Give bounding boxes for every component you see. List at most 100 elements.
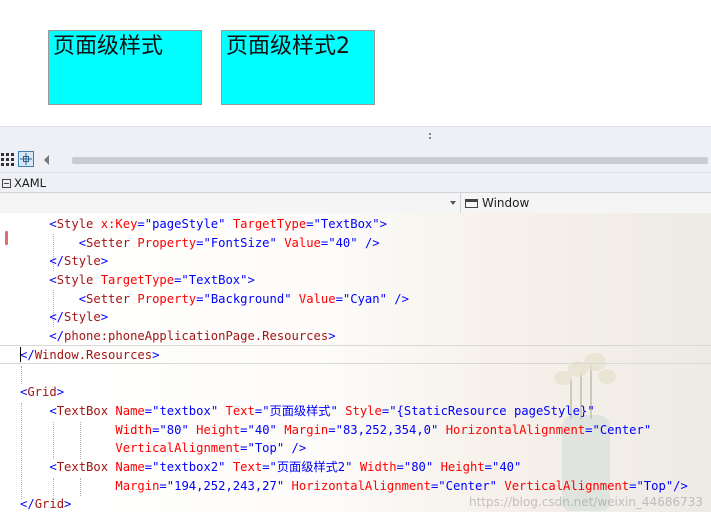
code-token-val: Center bbox=[599, 422, 644, 437]
code-token-val: Center bbox=[445, 478, 490, 493]
window-icon bbox=[465, 198, 478, 208]
code-token-attr: Width bbox=[359, 459, 397, 474]
code-token-punc: </ bbox=[20, 254, 65, 269]
code-token-attr: VerticalAlignment bbox=[115, 441, 241, 456]
code-token-punc: > bbox=[100, 310, 109, 325]
code-token-punc: " bbox=[330, 403, 346, 418]
code-token-punc: " bbox=[210, 403, 226, 418]
code-text[interactable]: <Style x:Key="pageStyle" TargetType="Tex… bbox=[20, 215, 688, 512]
code-line[interactable] bbox=[20, 365, 688, 384]
code-token-punc bbox=[20, 441, 115, 455]
code-line[interactable]: </phone:phoneApplicationPage.Resources> bbox=[20, 327, 688, 346]
code-token-attr: HorizontalAlignment bbox=[291, 478, 431, 493]
code-line[interactable]: <Setter Property="FontSize" Value="40" /… bbox=[20, 234, 688, 253]
code-token-punc: "> bbox=[240, 273, 255, 288]
chevron-down-icon[interactable] bbox=[450, 201, 456, 205]
code-token-val: 40 bbox=[335, 235, 351, 250]
code-line[interactable]: <TextBox Name="textbox2" Text="页面级样式2" W… bbox=[20, 458, 688, 477]
code-token-punc: =" bbox=[152, 422, 167, 437]
code-token-attr: VerticalAlignment bbox=[504, 478, 630, 493]
code-token-val: 40 bbox=[499, 459, 514, 474]
code-line[interactable]: <Setter Property="Background" Value="Cya… bbox=[20, 290, 688, 309]
code-token-punc: " bbox=[431, 422, 446, 437]
code-token-val: 80 bbox=[411, 459, 426, 474]
code-line[interactable]: VerticalAlignment="Top" /> bbox=[20, 439, 688, 458]
code-token-attr: Style bbox=[345, 403, 382, 418]
navigation-bar: Window bbox=[0, 192, 711, 214]
code-token-punc: =" bbox=[196, 291, 211, 306]
grid-icon[interactable] bbox=[0, 151, 16, 167]
designer-code-splitter[interactable] bbox=[0, 126, 711, 149]
code-token-punc: =" bbox=[240, 441, 255, 456]
splitter-grip-icon[interactable] bbox=[424, 131, 436, 149]
element-dropdown[interactable]: Window bbox=[465, 195, 529, 211]
code-token-punc: =" bbox=[174, 273, 189, 288]
code-token-punc: " bbox=[276, 478, 292, 493]
preview-textbox-1[interactable]: 页面级样式 bbox=[48, 30, 202, 105]
code-token-val: Cyan bbox=[350, 291, 380, 306]
code-line[interactable]: </Window.Resources> bbox=[20, 346, 688, 365]
code-token-val: 页面级样式2 bbox=[276, 459, 346, 474]
code-token-punc: =" bbox=[306, 217, 321, 231]
tab-xaml[interactable]: XAML bbox=[2, 175, 46, 191]
code-token-val: Top bbox=[254, 441, 277, 456]
code-token-punc bbox=[20, 423, 115, 437]
preview-textbox-2[interactable]: 页面级样式2 bbox=[221, 30, 375, 105]
code-token-attr: Text bbox=[225, 403, 255, 418]
code-token-punc: " bbox=[345, 459, 360, 474]
code-token-attr: x:Key bbox=[100, 217, 138, 231]
code-line[interactable]: </Style> bbox=[20, 252, 688, 271]
code-token-attr: TargetType bbox=[100, 273, 175, 288]
code-token-val: textbox bbox=[159, 403, 211, 418]
code-token-punc: =" bbox=[381, 403, 397, 418]
code-token-punc: < bbox=[20, 291, 87, 306]
code-line[interactable]: Width="80" Height="40" Margin="83,252,35… bbox=[20, 421, 688, 440]
code-token-val: textbox2 bbox=[159, 459, 219, 474]
code-token-punc: =" bbox=[430, 478, 446, 493]
code-token-attr: Text bbox=[232, 459, 263, 474]
code-token-punc: =" bbox=[159, 478, 175, 493]
code-line[interactable]: <Style x:Key="pageStyle" TargetType="Tex… bbox=[20, 215, 688, 234]
code-token-punc: =" bbox=[396, 459, 412, 474]
designer-surface: 页面级样式 页面级样式2 bbox=[0, 0, 711, 126]
code-token-attr: Name bbox=[115, 459, 145, 474]
code-token-attr: HorizontalAlignment bbox=[445, 422, 586, 437]
change-marker bbox=[5, 231, 8, 245]
code-token-val: Top bbox=[643, 478, 666, 493]
scroll-left-icon[interactable] bbox=[44, 155, 49, 165]
code-line[interactable]: Margin="194,252,243,27" HorizontalAlignm… bbox=[20, 477, 688, 496]
code-token-val: {StaticResource pageStyle} bbox=[396, 403, 588, 418]
code-token-punc: </ bbox=[20, 310, 65, 325]
code-token-attr: Width bbox=[115, 422, 153, 437]
code-token-punc: </ bbox=[20, 329, 65, 344]
code-token-punc: > bbox=[328, 329, 336, 344]
code-token-punc: "/> bbox=[665, 478, 688, 493]
code-token-punc: > bbox=[152, 347, 160, 362]
code-token-punc: " bbox=[643, 422, 652, 437]
code-line[interactable]: </Style> bbox=[20, 308, 688, 327]
scope-dropdown[interactable] bbox=[0, 193, 461, 213]
code-token-tag: TextBox bbox=[56, 459, 116, 474]
code-line[interactable]: <Style TargetType="TextBox"> bbox=[20, 271, 688, 290]
code-token-tag: phone:phoneApplicationPage.Resources bbox=[64, 329, 329, 344]
code-token-punc: =" bbox=[585, 422, 600, 437]
code-token-punc: " bbox=[587, 403, 595, 418]
code-token-punc: " bbox=[514, 459, 522, 474]
code-token-tag: Style bbox=[56, 273, 101, 288]
code-token-punc: </ bbox=[20, 497, 35, 512]
code-token-punc: > bbox=[56, 385, 65, 400]
code-token-punc: < bbox=[20, 273, 57, 288]
code-token-val: 80 bbox=[166, 422, 182, 437]
code-token-punc: =" bbox=[320, 235, 336, 250]
code-token-punc: " /> bbox=[350, 235, 380, 250]
code-token-val: 页面级样式 bbox=[269, 403, 331, 418]
code-token-attr: Value bbox=[284, 235, 321, 250]
code-line[interactable]: <Grid> bbox=[20, 383, 688, 402]
code-token-punc: =" bbox=[328, 422, 343, 437]
pointer-icon[interactable] bbox=[18, 151, 34, 167]
horizontal-scrollbar[interactable] bbox=[72, 157, 708, 164]
code-token-punc: </ bbox=[20, 347, 35, 362]
tab-row: XAML bbox=[0, 172, 711, 193]
xaml-code-editor[interactable]: <Style x:Key="pageStyle" TargetType="Tex… bbox=[0, 213, 711, 512]
code-line[interactable]: <TextBox Name="textbox" Text="页面级样式" Sty… bbox=[20, 402, 688, 421]
